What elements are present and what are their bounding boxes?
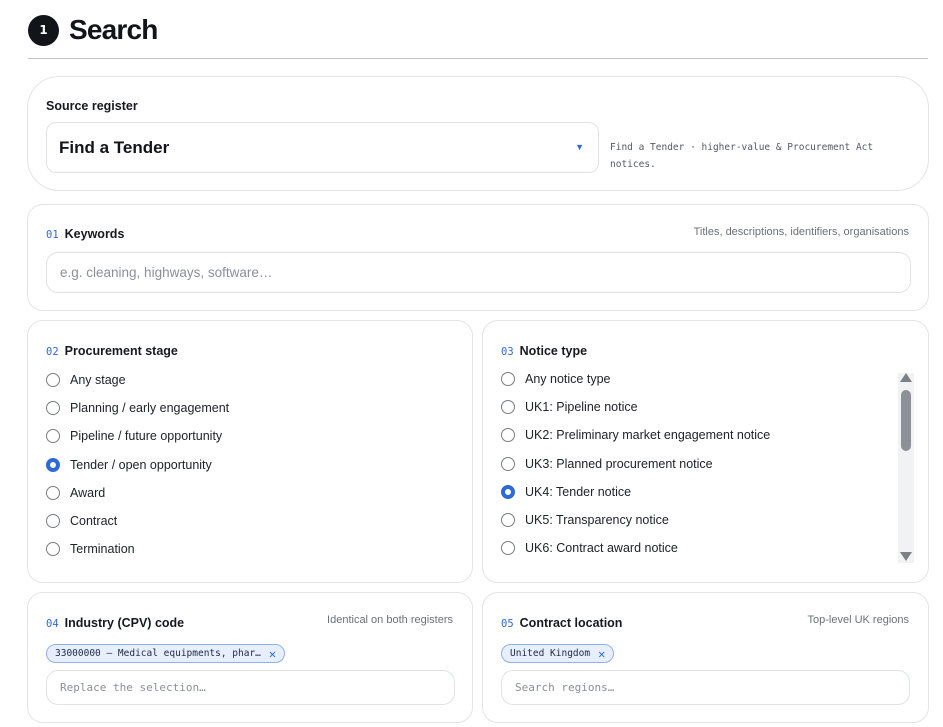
notice-option[interactable]: UK6: Contract award notice (501, 534, 770, 562)
notice-option-label: UK4: Tender notice (525, 484, 632, 499)
radio-icon (501, 541, 515, 556)
cpv-code-card: 04 Industry (CPV) code Identical on both … (27, 592, 473, 723)
stage-option[interactable]: Pipeline / future opportunity (46, 422, 229, 450)
radio-icon (46, 401, 60, 416)
notice-type-heading: 03 Notice type (501, 342, 587, 360)
keywords-label: Keywords (64, 227, 125, 241)
procurement-stage-options: Any stage Planning / early engagement Pi… (46, 366, 229, 563)
cpv-label: Industry (CPV) code (64, 616, 185, 630)
procurement-stage-label: Procurement stage (64, 344, 178, 358)
stage-option-label: Award (70, 485, 106, 500)
cpv-heading: 04 Industry (CPV) code (46, 614, 184, 632)
radio-icon (46, 485, 60, 500)
radio-icon (501, 456, 515, 471)
header-divider (28, 58, 928, 59)
notice-option-label: UK2: Preliminary market engagement notic… (525, 428, 771, 443)
notice-option[interactable]: UK5: Transparency notice (501, 506, 770, 534)
caret-down-icon: ▼ (575, 142, 584, 152)
stage-option-label: Termination (70, 542, 135, 557)
stage-option[interactable]: Any stage (46, 366, 229, 394)
keywords-input[interactable] (46, 252, 911, 293)
radio-icon (501, 428, 515, 443)
notice-option[interactable]: UK1: Pipeline notice (501, 393, 770, 421)
location-number: 05 (501, 618, 514, 630)
stage-option-label: Contract (70, 514, 118, 529)
notice-option-label: UK6: Contract award notice (525, 541, 678, 556)
notice-option-label: Any notice type (525, 372, 611, 387)
stage-option[interactable]: Contract (46, 507, 229, 535)
page-title: Search (69, 14, 158, 45)
cpv-chip-label: 33000000 — Medical equipments, phar… (55, 648, 261, 659)
cpv-hint: Identical on both registers (327, 614, 453, 626)
radio-checked-icon (501, 484, 515, 499)
procurement-stage-card: 02 Procurement stage Any stage Planning /… (27, 320, 473, 583)
notice-type-card: 03 Notice type Any notice type UK1: Pipel… (482, 320, 929, 583)
location-search-input[interactable] (501, 670, 910, 705)
stage-option[interactable]: Planning / early engagement (46, 394, 229, 422)
source-register-description: Find a Tender · higher-value & Procureme… (610, 142, 874, 170)
stage-option[interactable]: Award (46, 479, 229, 507)
source-register-label: Source register (46, 99, 138, 113)
procurement-stage-heading: 02 Procurement stage (46, 342, 178, 360)
radio-icon (501, 372, 515, 387)
notice-option[interactable]: UK2: Preliminary market engagement notic… (501, 421, 770, 449)
notice-type-label: Notice type (519, 344, 588, 358)
close-icon[interactable]: ✕ (269, 648, 276, 660)
notice-option-label: UK3: Planned procurement notice (525, 456, 713, 471)
scroll-down-arrow-icon[interactable] (900, 552, 912, 561)
stage-option[interactable]: Tender / open opportunity (46, 451, 229, 479)
location-selected-chip: United Kingdom ✕ (501, 644, 615, 663)
location-heading: 05 Contract location (501, 614, 622, 632)
notice-option[interactable]: UK3: Planned procurement notice (501, 450, 770, 478)
cpv-selected-chip: 33000000 — Medical equipments, phar… ✕ (46, 644, 286, 663)
keywords-hint: Titles, descriptions, identifiers, organ… (693, 226, 909, 238)
location-hint: Top-level UK regions (807, 614, 910, 626)
notice-type-number: 03 (501, 346, 514, 358)
notice-option[interactable]: Any notice type (501, 365, 770, 393)
scroll-thumb[interactable] (901, 390, 911, 451)
notice-type-scrollbar[interactable] (898, 373, 914, 563)
step-badge: 1 (28, 14, 59, 46)
radio-icon (46, 542, 60, 557)
notice-option-label: UK5: Transparency notice (525, 513, 669, 528)
scroll-up-arrow-icon[interactable] (900, 373, 912, 382)
notice-option[interactable]: UK4: Tender notice (501, 478, 770, 506)
keywords-number: 01 (46, 229, 59, 241)
source-register-card: Source register Find a Tender ▼ Find a T… (27, 76, 929, 191)
section-header: 1 Search (28, 14, 158, 46)
stage-option-label: Pipeline / future opportunity (70, 429, 223, 444)
radio-checked-icon (46, 457, 60, 472)
stage-option-label: Tender / open opportunity (70, 457, 212, 472)
radio-icon (501, 513, 515, 528)
keywords-card: 01 Keywords Titles, descriptions, identif… (27, 204, 929, 311)
source-register-select[interactable]: Find a Tender ▼ (46, 122, 599, 173)
stage-option-label: Any stage (70, 373, 126, 388)
location-label: Contract location (519, 616, 623, 630)
notice-type-options: Any notice type UK1: Pipeline notice UK2… (501, 365, 770, 562)
procurement-stage-number: 02 (46, 346, 59, 358)
cpv-search-input[interactable] (46, 670, 455, 705)
cpv-number: 04 (46, 618, 59, 630)
close-icon[interactable]: ✕ (598, 648, 605, 660)
stage-option[interactable]: Termination (46, 535, 229, 563)
notice-option-label: UK1: Pipeline notice (525, 400, 638, 415)
radio-icon (501, 400, 515, 415)
location-chip-label: United Kingdom (510, 648, 591, 659)
radio-icon (46, 514, 60, 529)
stage-option-label: Planning / early engagement (70, 401, 230, 416)
contract-location-card: 05 Contract location Top-level UK regions… (482, 592, 929, 723)
radio-icon (46, 429, 60, 444)
radio-icon (46, 373, 60, 388)
keywords-heading: 01 Keywords (46, 225, 124, 243)
source-register-value: Find a Tender (59, 137, 170, 157)
